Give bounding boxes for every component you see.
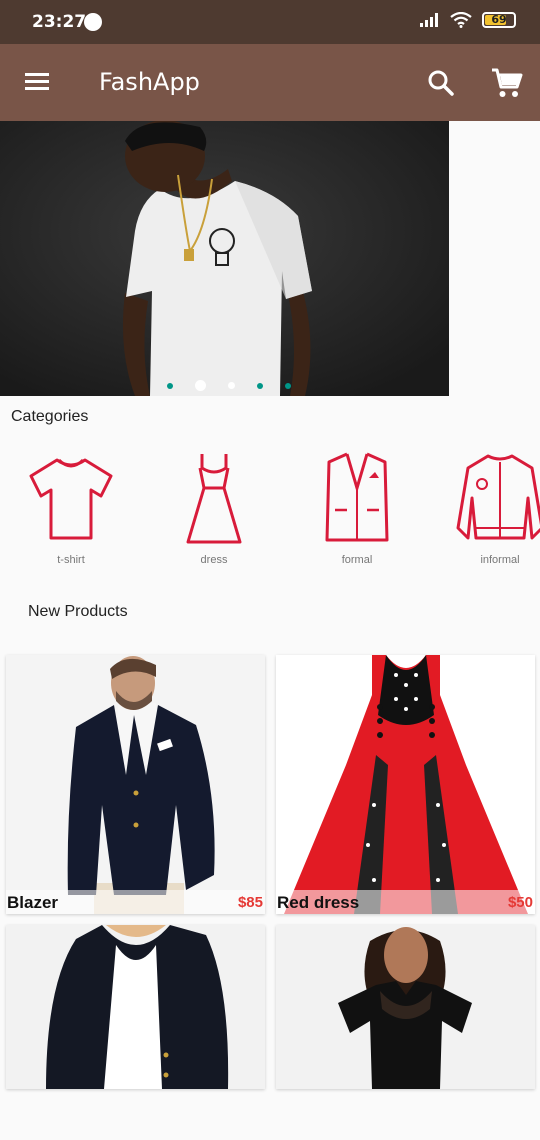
battery-level: 69 (491, 13, 507, 26)
carousel-dot-active[interactable] (194, 380, 206, 391)
category-formal[interactable]: formal (302, 448, 412, 566)
category-dress[interactable]: dress (159, 448, 269, 566)
status-time: 23:27 (32, 12, 87, 32)
product-card-black-blazer[interactable] (6, 925, 265, 1089)
category-informal[interactable]: informal (445, 448, 540, 566)
product-image (276, 925, 535, 1089)
signal-icon (420, 13, 438, 27)
carousel-indicator (0, 380, 449, 391)
product-image (276, 655, 535, 914)
app-title: FashApp (99, 68, 200, 96)
product-price: $50 (507, 894, 533, 911)
dress-icon (186, 454, 242, 544)
blazer-icon (325, 452, 389, 542)
jacket-icon (456, 454, 540, 540)
battery-icon: 69 (482, 12, 516, 28)
cart-button[interactable] (490, 66, 524, 100)
product-card-red-dress[interactable]: Red dress $50 (276, 655, 535, 914)
notification-app-icon (84, 13, 102, 31)
product-name: Blazer (7, 893, 59, 912)
product-image (6, 655, 265, 914)
hero-image (0, 121, 449, 396)
category-tshirt[interactable]: t-shirt (16, 448, 126, 566)
new-products-title: New Products (28, 603, 128, 620)
search-icon (428, 70, 454, 96)
tshirt-icon (29, 458, 113, 540)
carousel-dot[interactable] (256, 382, 263, 389)
carousel-dot[interactable] (227, 382, 235, 389)
cart-icon (492, 68, 523, 97)
product-card-blazer[interactable]: Blazer $85 (6, 655, 265, 914)
wifi-icon (450, 12, 472, 28)
status-icons: 69 (420, 12, 516, 28)
hamburger-icon (25, 73, 49, 90)
categories-title: Categories (11, 408, 89, 425)
category-label: t-shirt (57, 554, 85, 566)
product-image (6, 925, 265, 1089)
status-bar: 23:27 69 (0, 0, 540, 44)
app-bar: FashApp (0, 44, 540, 121)
category-label: formal (341, 554, 373, 566)
product-name: Red dress (277, 893, 360, 912)
carousel-dot[interactable] (166, 382, 173, 389)
category-label: dress (200, 554, 228, 566)
category-label: informal (480, 554, 520, 566)
carousel-dot[interactable] (284, 382, 291, 389)
product-price: $85 (237, 894, 263, 911)
product-card-black-top[interactable] (276, 925, 535, 1089)
categories-list: t-shirt dress formal informal (0, 448, 540, 578)
hero-carousel[interactable] (0, 121, 449, 396)
menu-button[interactable] (22, 68, 54, 98)
search-button[interactable] (425, 67, 457, 99)
